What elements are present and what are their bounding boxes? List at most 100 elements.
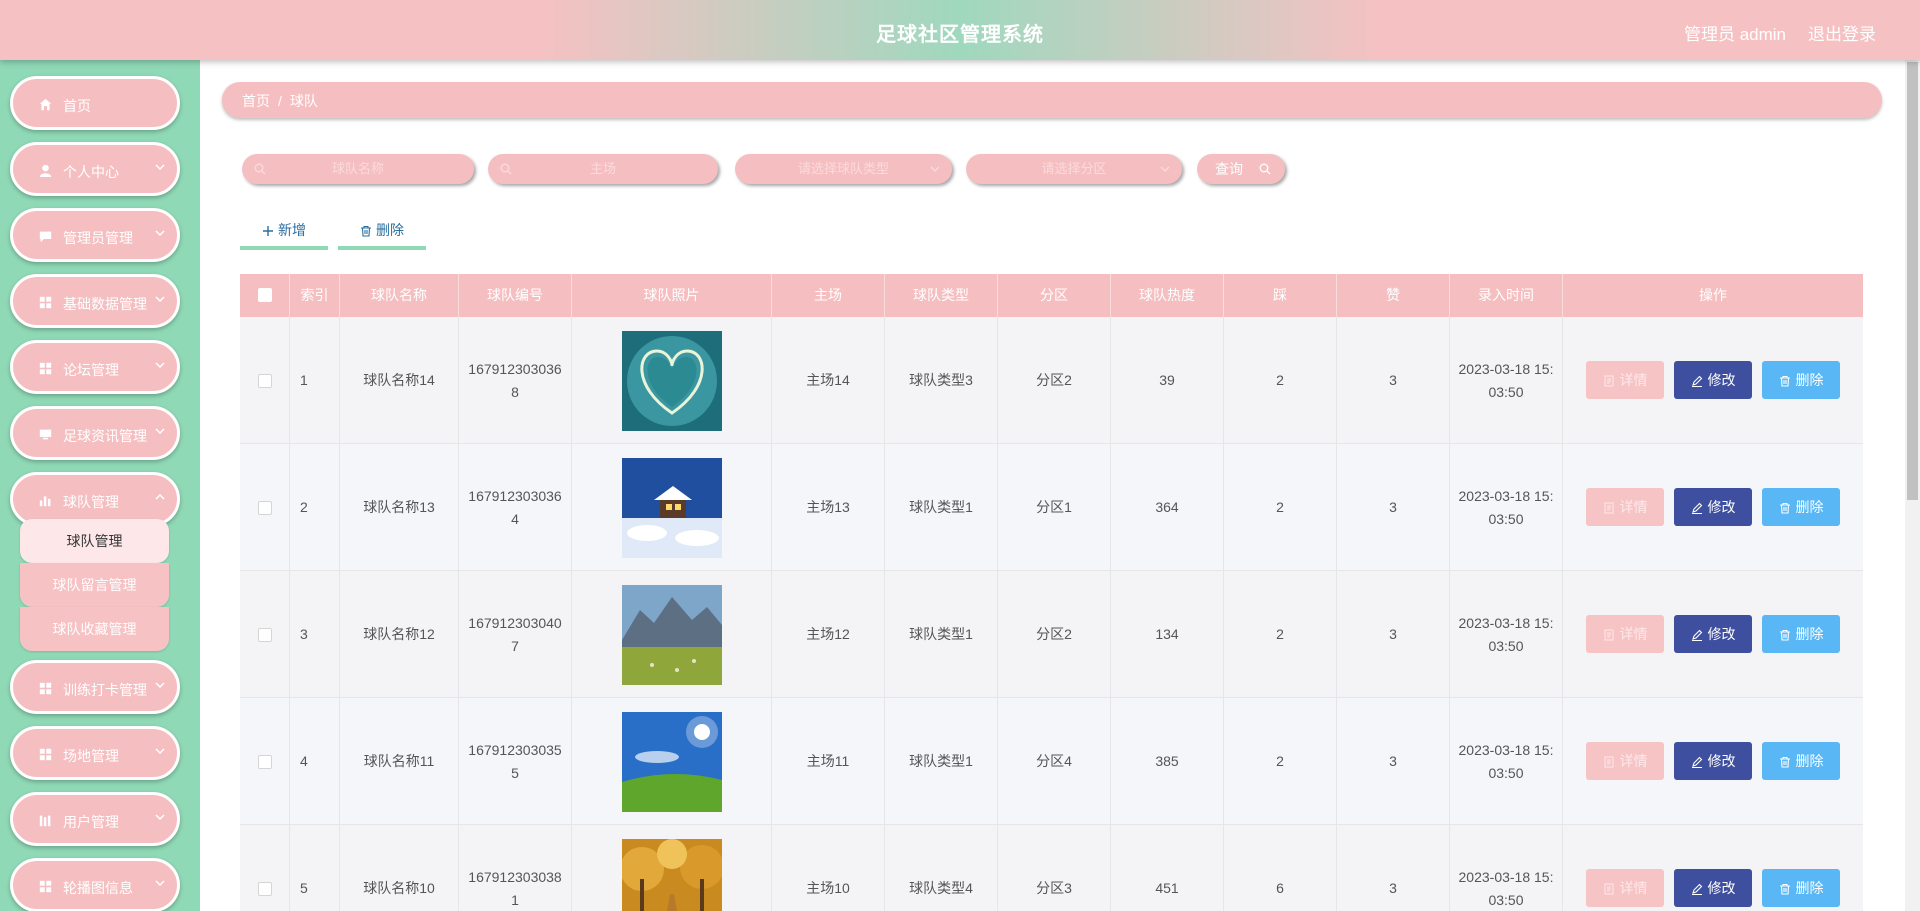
sidebar-item-users[interactable]: 用户管理 (10, 792, 180, 846)
col-zone: 分区 (998, 274, 1111, 317)
team-name-placeholder: 球队名称 (331, 161, 384, 176)
app-title: 足球社区管理系统 (876, 24, 1044, 46)
sidebar-item-carousel[interactable]: 轮播图信息 (10, 858, 180, 911)
document-icon (1604, 502, 1613, 514)
document-icon (1604, 629, 1613, 641)
chevron-down-icon (155, 164, 165, 171)
row-checkbox[interactable] (257, 627, 272, 642)
delete-button[interactable]: 删除 (1762, 615, 1840, 653)
zone-select[interactable]: 请选择分区 (966, 154, 1182, 184)
sidebar-item-home[interactable]: 首页 (10, 76, 180, 130)
zone-cell: 分区4 (998, 698, 1111, 825)
venue-input[interactable]: 主场 (488, 154, 718, 184)
sidebar-item-label: 足球资讯管理 (63, 428, 147, 444)
edit-label: 修改 (1707, 753, 1736, 769)
ops-cell: 详情 修改 删除 (1563, 825, 1863, 911)
row-checkbox[interactable] (257, 373, 272, 388)
edit-button[interactable]: 修改 (1674, 742, 1752, 780)
pencil-icon (1691, 502, 1702, 515)
col-time: 录入时间 (1450, 274, 1563, 317)
snow-cabin-photo (621, 457, 722, 558)
home-icon (39, 98, 52, 111)
search-icon (254, 163, 266, 175)
col-code: 球队编号 (459, 274, 572, 317)
sidebar-item-venues[interactable]: 场地管理 (10, 726, 180, 780)
detail-button[interactable]: 详情 (1586, 361, 1664, 399)
index-cell: 2 (290, 444, 340, 571)
detail-label: 详情 (1619, 372, 1648, 388)
search-button[interactable]: 查询 (1197, 154, 1285, 184)
detail-button[interactable]: 详情 (1586, 869, 1664, 907)
up-cell: 3 (1337, 825, 1450, 911)
edit-button[interactable]: 修改 (1674, 615, 1752, 653)
delete-button[interactable]: 删除 (1762, 361, 1840, 399)
time-cell: 2023-03-18 15:03:50 (1450, 571, 1563, 698)
sidebar-item-teams[interactable]: 球队管理 (10, 472, 180, 526)
chevron-down-icon (155, 428, 165, 435)
sidebar-item-news[interactable]: 足球资讯管理 (10, 406, 180, 460)
grid-icon (39, 682, 52, 695)
chevron-down-icon (155, 296, 165, 303)
breadcrumb-home[interactable]: 首页 (242, 93, 270, 109)
delete-button[interactable]: 删除 (1762, 869, 1840, 907)
detail-button[interactable]: 详情 (1586, 615, 1664, 653)
sidebar-item-admins[interactable]: 管理员管理 (10, 208, 180, 262)
time-cell: 2023-03-18 15:03:50 (1450, 698, 1563, 825)
table-header: 索引 球队名称 球队编号 球队照片 主场 球队类型 分区 球队热度 踩 赞 录入… (240, 274, 1863, 317)
row-checkbox-cell (240, 444, 290, 571)
row-checkbox-cell (240, 317, 290, 444)
team-name-input[interactable]: 球队名称 (242, 154, 474, 184)
down-cell: 2 (1224, 444, 1337, 571)
col-venue: 主场 (772, 274, 885, 317)
name-cell: 球队名称12 (340, 571, 459, 698)
zone-cell: 分区2 (998, 571, 1111, 698)
delete-button[interactable]: 删除 (1762, 742, 1840, 780)
edit-button[interactable]: 修改 (1674, 361, 1752, 399)
name-cell: 球队名称14 (340, 317, 459, 444)
sidebar-item-forum[interactable]: 论坛管理 (10, 340, 180, 394)
logout-link[interactable]: 退出登录 (1808, 20, 1876, 45)
chart-icon (39, 496, 51, 507)
table-row: 4 球队名称11 1679123030355 主场11 球队类型1 分区4 38… (240, 698, 1863, 825)
submenu-team-manage[interactable]: 球队管理 (20, 519, 169, 563)
zone-cell: 分区2 (998, 317, 1111, 444)
submenu-team-messages[interactable]: 球队留言管理 (20, 563, 169, 607)
batch-delete-button[interactable]: 删除 (338, 216, 426, 250)
sidebar-item-profile[interactable]: 个人中心 (10, 142, 180, 196)
add-button[interactable]: 新增 (240, 216, 328, 250)
edit-button[interactable]: 修改 (1674, 488, 1752, 526)
table-row: 2 球队名称13 1679123030364 主场13 球队类型1 分区1 36… (240, 444, 1863, 571)
index-cell: 5 (290, 825, 340, 911)
code-cell: 1679123030407 (459, 571, 572, 698)
grid-icon (39, 296, 52, 309)
delete-button[interactable]: 删除 (1762, 488, 1840, 526)
grid-icon (39, 748, 52, 761)
time-cell: 2023-03-18 15:03:50 (1450, 825, 1563, 911)
venue-cell: 主场14 (772, 317, 885, 444)
row-checkbox[interactable] (257, 881, 272, 896)
edit-label: 修改 (1707, 626, 1736, 642)
up-cell: 3 (1337, 317, 1450, 444)
detail-button[interactable]: 详情 (1586, 742, 1664, 780)
table-row: 5 球队名称10 1679123030381 主场10 球队类型4 分区3 45… (240, 825, 1863, 911)
edit-button[interactable]: 修改 (1674, 869, 1752, 907)
detail-button[interactable]: 详情 (1586, 488, 1664, 526)
sidebar-item-training[interactable]: 训练打卡管理 (10, 660, 180, 714)
page-scrollbar-thumb[interactable] (1907, 62, 1918, 500)
col-ops: 操作 (1699, 287, 1727, 303)
row-checkbox[interactable] (257, 754, 272, 769)
col-photo: 球队照片 (572, 274, 772, 317)
delete-label: 删除 (1795, 499, 1824, 515)
edit-label: 修改 (1707, 880, 1736, 896)
name-cell: 球队名称13 (340, 444, 459, 571)
select-all-checkbox[interactable] (258, 288, 272, 302)
submenu-team-favorites[interactable]: 球队收藏管理 (20, 607, 169, 651)
team-type-select[interactable]: 请选择球队类型 (735, 154, 952, 184)
document-icon (1604, 756, 1613, 768)
mountain-meadow-photo (621, 584, 722, 685)
photo-cell (572, 444, 772, 571)
row-checkbox[interactable] (257, 500, 272, 515)
zone-cell: 分区3 (998, 825, 1111, 911)
chat-icon (39, 231, 52, 243)
sidebar-item-basic-data[interactable]: 基础数据管理 (10, 274, 180, 328)
